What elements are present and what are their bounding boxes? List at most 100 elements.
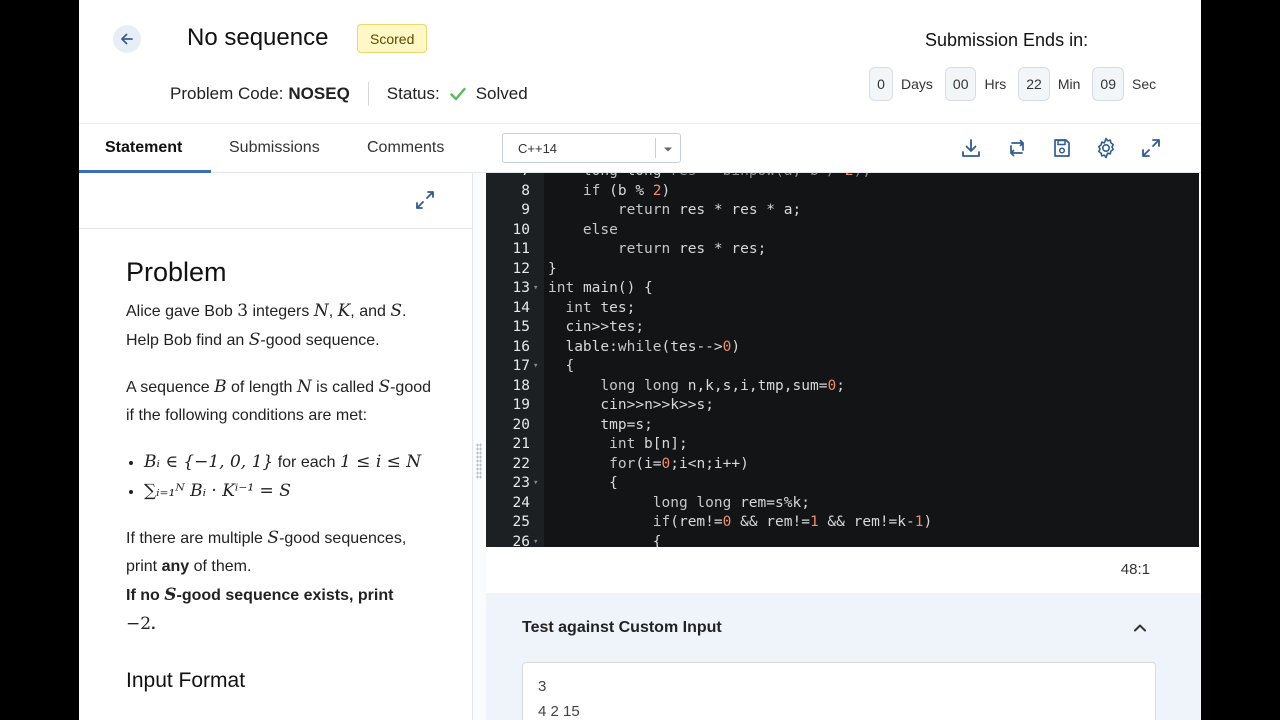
problem-meta: Problem Code: NOSEQ Status: Solved (170, 82, 528, 106)
expand-statement-button[interactable] (414, 189, 436, 216)
custom-input-panel: Test against Custom Input 3 4 2 15 (486, 593, 1201, 720)
collapse-custom-input-button[interactable] (1132, 620, 1148, 641)
math: S (390, 301, 402, 321)
code-line[interactable]: 11 return res * res; (486, 240, 1199, 260)
fold-arrow-icon[interactable]: ▾ (533, 279, 538, 299)
code-text: cin>>tes; (565, 319, 645, 335)
line-number: 13 (512, 280, 530, 296)
math: N (296, 377, 312, 397)
dark-mode-toggle[interactable] (475, 26, 497, 55)
code-text: return res * res * a; (617, 202, 802, 218)
code-text: long long res = binpow(a, b / 2); (548, 173, 871, 182)
code-text: { (548, 475, 618, 491)
line-number: 22 (512, 455, 530, 472)
code-line[interactable]: 15 cin>>tes; (486, 318, 1199, 338)
text: -good sequence exists, print (176, 587, 394, 604)
fullscreen-button[interactable] (1139, 136, 1163, 160)
timer-hours-unit: Hrs (984, 76, 1007, 92)
check-icon (450, 87, 466, 101)
save-button[interactable] (1050, 136, 1074, 160)
code-text: if(rem!=0 && rem!=1 && rem!=k-1) (652, 514, 933, 530)
code-line[interactable]: 13 ▾ int main() { (486, 279, 1199, 299)
fold-arrow-icon[interactable]: ▾ (533, 474, 538, 494)
language-select[interactable]: C++14 (502, 133, 681, 163)
back-button[interactable] (113, 25, 141, 53)
custom-input-title[interactable]: Test against Custom Input (522, 619, 722, 637)
timer-seconds-unit: Sec (1131, 76, 1157, 92)
grip-dots-icon (476, 443, 482, 479)
math: 3 (237, 301, 249, 321)
line-number: 26 (512, 533, 530, 548)
code-line[interactable]: 14 int tes; (486, 299, 1199, 319)
code-text: int b[n]; (609, 436, 688, 452)
code-editor[interactable]: 7 long long res = binpow(a, b / 2);8 if … (486, 173, 1199, 547)
code-line[interactable]: 26 ▾ { (486, 533, 1199, 548)
code-line[interactable]: 12} (486, 260, 1199, 280)
scored-badge: Scored (357, 24, 428, 53)
code-line[interactable]: 25 if(rem!=0 && rem!=1 && rem!=k-1) (486, 513, 1199, 533)
line-number: 9 (521, 202, 530, 218)
code-line[interactable]: 19 cin>>n>>k>>s; (486, 396, 1199, 416)
settings-button[interactable] (1094, 136, 1118, 160)
arrow-left-icon (121, 33, 133, 45)
code-line[interactable]: 21 int b[n]; (486, 435, 1199, 455)
timer-minutes: 22 (1018, 67, 1050, 101)
reset-code-button[interactable] (1005, 136, 1029, 160)
code-line[interactable]: 18 long long n,k,s,i,tmp,sum=0; (486, 377, 1199, 397)
status-label: Status: (386, 84, 440, 103)
text: . (151, 616, 156, 633)
code-line[interactable]: 23 ▾ { (486, 474, 1199, 494)
tab-submissions[interactable]: Submissions (229, 124, 320, 172)
cursor-position: 48:1 (1120, 561, 1150, 578)
caret-down-icon (664, 147, 672, 152)
custom-input-textarea[interactable]: 3 4 2 15 (522, 662, 1156, 720)
timer-days-unit: Days (901, 76, 933, 92)
code-line[interactable]: 9 return res * res * a; (486, 201, 1199, 221)
math: B (214, 377, 227, 397)
timer-minutes-unit: Min (1057, 76, 1081, 92)
line-number: 8 (521, 182, 530, 199)
math: ∑ᵢ₌₁ᴺ Bᵢ · Kⁱ⁻¹ = S (144, 481, 291, 501)
code-text: else (582, 221, 618, 238)
code-line[interactable]: 16 lable:while(tes-->0) (486, 338, 1199, 358)
timer-days: 0 (869, 67, 893, 101)
line-number: 23 (512, 475, 530, 491)
conditions-list: Bᵢ ∈ {−1, 0, 1} for each 1 ≤ i ≤ N ∑ᵢ₌₁ᴺ… (144, 448, 431, 506)
math: −2 (126, 614, 152, 634)
code-line[interactable]: 7 long long res = binpow(a, b / 2); (486, 173, 1199, 182)
code-line[interactable]: 22 for(i=0;i<n;i++) (486, 455, 1199, 475)
line-number: 15 (512, 319, 530, 335)
fold-arrow-icon[interactable]: ▾ (533, 357, 538, 377)
download-button[interactable] (959, 136, 983, 160)
meta-divider (367, 82, 369, 106)
text: is called (311, 379, 379, 396)
code-text: int main() { (548, 280, 653, 296)
code-text: if (b % 2) (582, 182, 671, 199)
chevron-up-icon (1134, 624, 1146, 632)
code-text: for(i=0;i<n;i++) (609, 455, 749, 472)
text: , and (350, 303, 391, 320)
page-title: No sequence (187, 24, 329, 51)
math: S (267, 528, 280, 548)
statement-toolbar (79, 173, 472, 229)
code-line[interactable]: 8 if (b % 2) (486, 182, 1199, 202)
panel-resize-handle[interactable] (472, 173, 486, 720)
math: S (378, 377, 391, 397)
expand-icon (416, 191, 434, 209)
tab-comments[interactable]: Comments (367, 124, 444, 172)
math: S (164, 585, 177, 605)
code-text: int tes; (565, 299, 636, 316)
paragraph-no-sequence: If no S-good sequence exists, print −2. (126, 581, 431, 639)
problem-statement-panel: Problem Alice gave Bob 3 integers N, K, … (79, 173, 472, 720)
text: -good sequence. (260, 332, 380, 349)
code-line[interactable]: 10 else (486, 221, 1199, 241)
tab-statement[interactable]: Statement (105, 124, 182, 172)
code-line[interactable]: 24 long long rem=s%k; (486, 494, 1199, 514)
text: Alice gave Bob (126, 303, 238, 320)
fold-arrow-icon[interactable]: ▾ (533, 533, 538, 548)
code-line[interactable]: 17 ▾ { (486, 357, 1199, 377)
moon-icon (479, 28, 489, 48)
gear-icon (1098, 137, 1114, 159)
code-line[interactable]: 20 tmp=s; (486, 416, 1199, 436)
text: for each (273, 454, 340, 471)
